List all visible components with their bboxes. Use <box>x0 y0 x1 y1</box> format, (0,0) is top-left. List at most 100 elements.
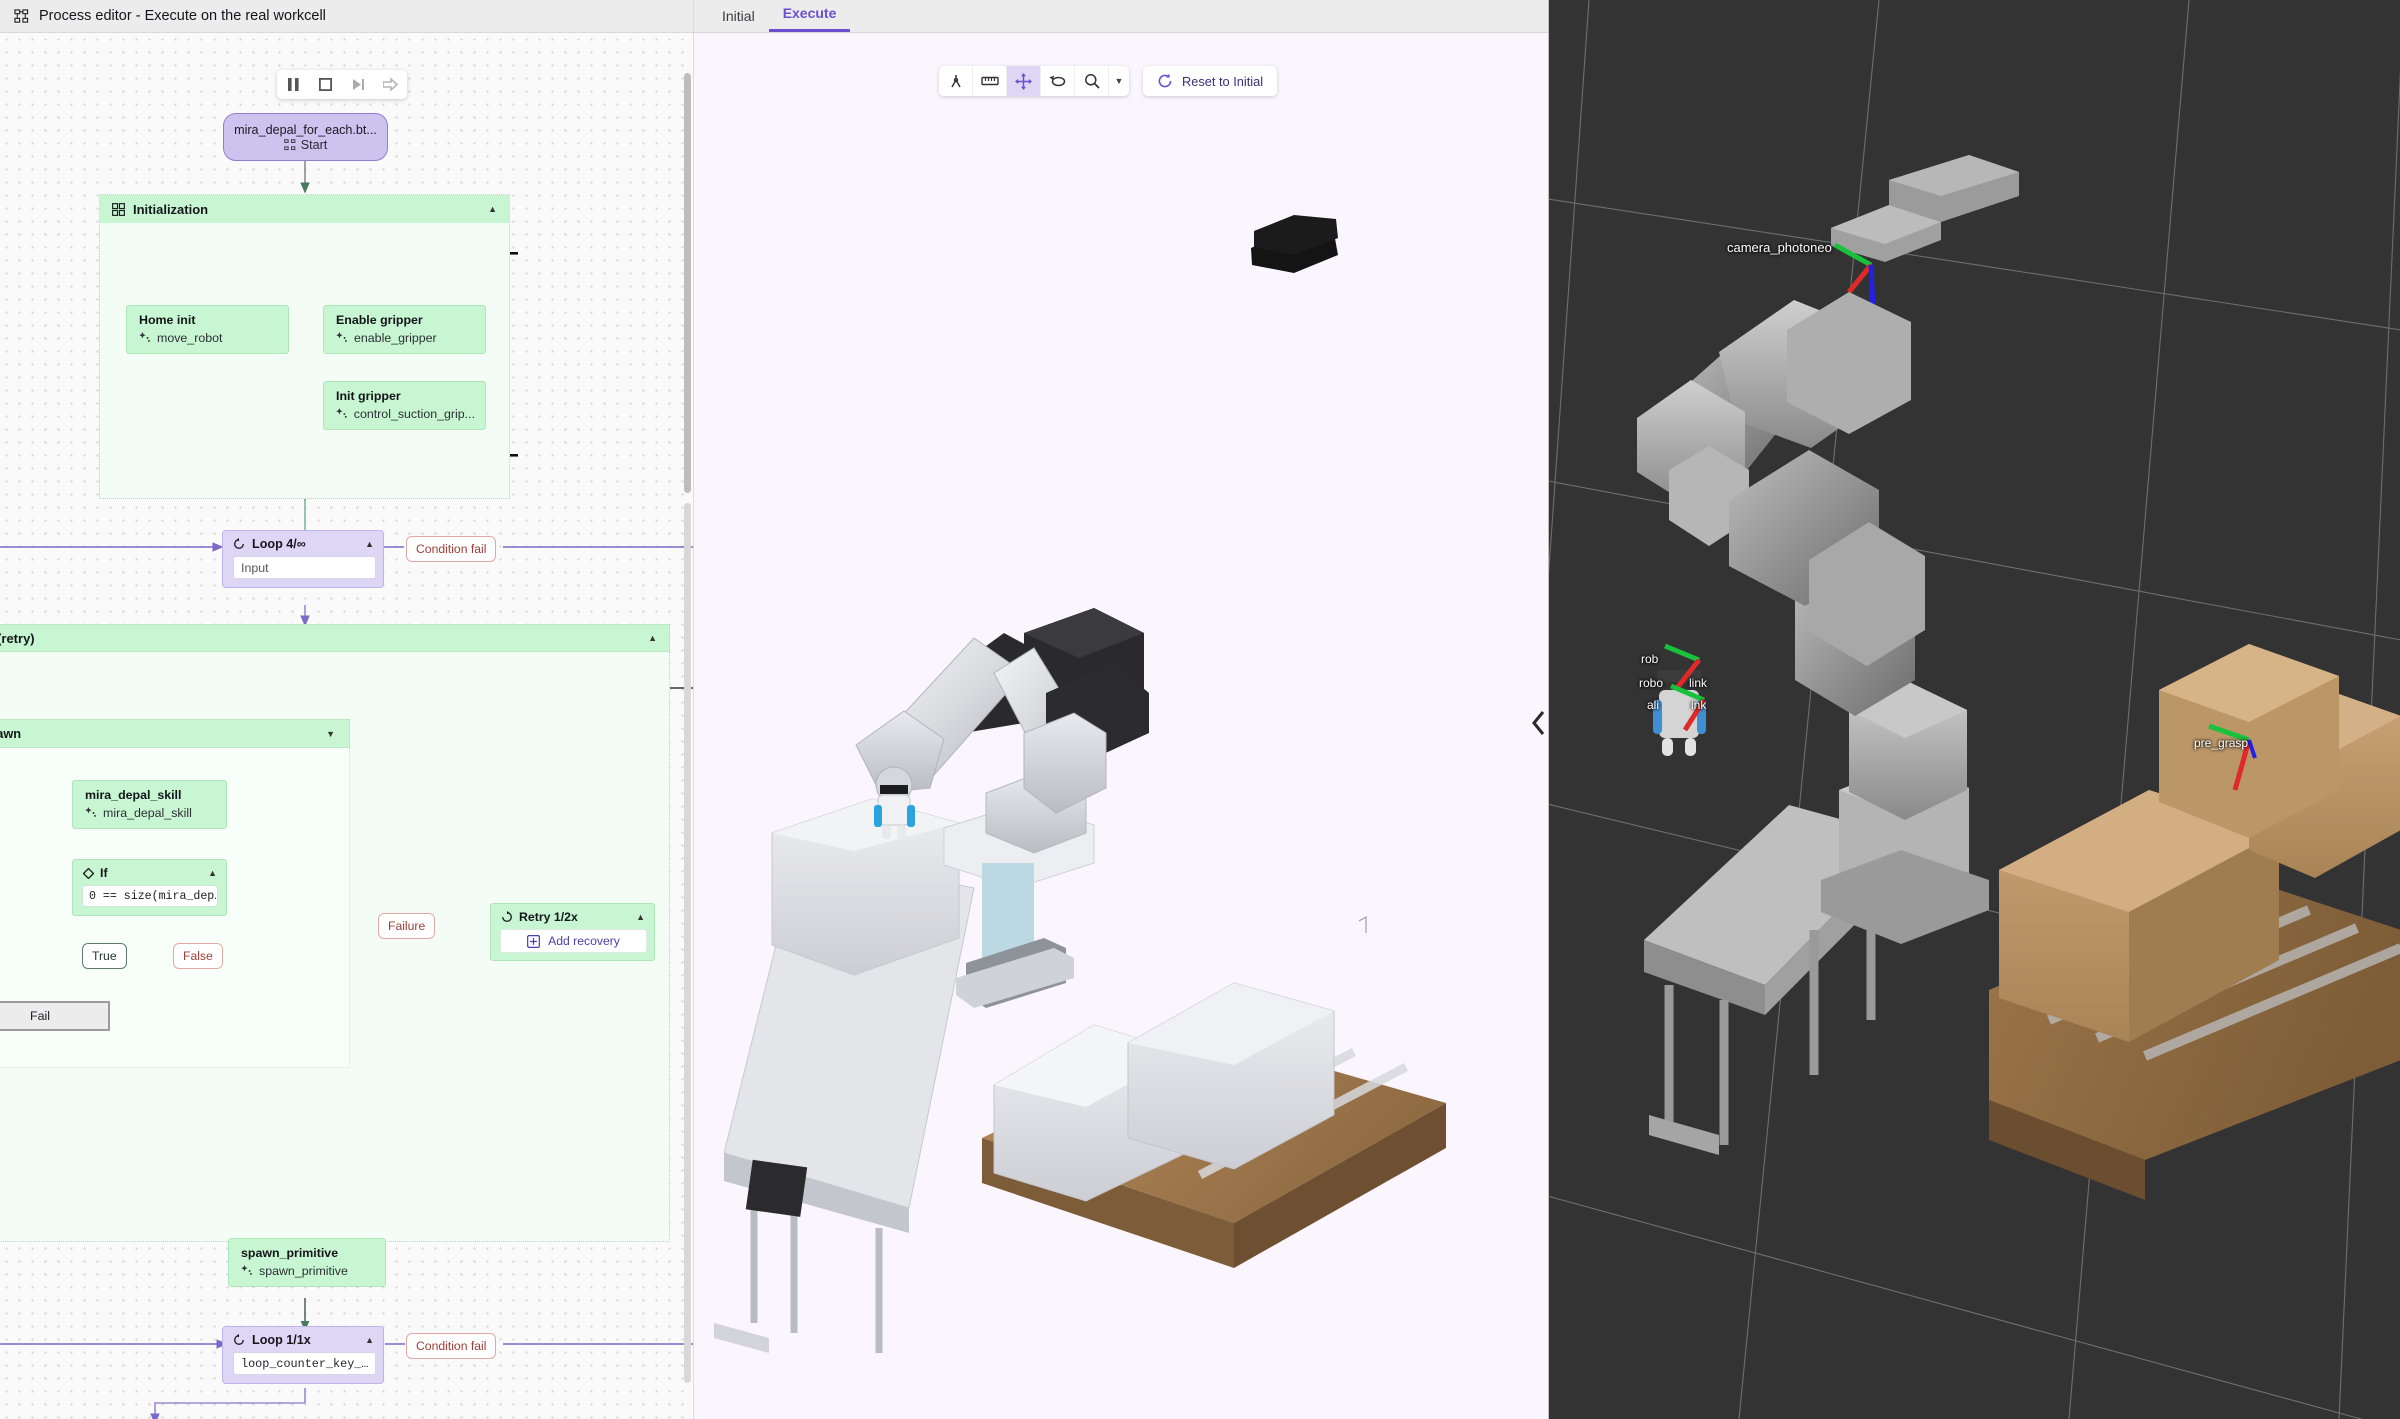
behavior-tree-icon <box>14 8 29 24</box>
chevron-down-icon[interactable]: ▼ <box>1109 66 1129 96</box>
chevron-up-icon[interactable]: ▲ <box>648 633 657 643</box>
tab-initial[interactable]: Initial <box>708 3 769 32</box>
chevron-up-icon[interactable]: ▲ <box>208 868 217 878</box>
node-retry[interactable]: Retry 1/2x ▲ Add recovery <box>490 903 655 961</box>
skill-sparkle-icon <box>241 1265 252 1275</box>
spawn-retry-group-label: spawn (retry) <box>0 630 35 646</box>
continue-button[interactable] <box>378 72 404 97</box>
chevron-up-icon[interactable]: ▲ <box>365 1335 374 1345</box>
robot-arm <box>855 608 1149 854</box>
step-button[interactable] <box>345 72 371 97</box>
zoom-magnifier-icon[interactable] <box>1075 66 1109 96</box>
node-subtitle: spawn_primitive <box>241 1264 375 1278</box>
reset-to-initial-button[interactable]: Reset to Initial <box>1143 66 1278 96</box>
editor-title: Process editor - Execute on the real wor… <box>39 8 326 24</box>
node-subtitle: enable_gripper <box>336 331 475 345</box>
editor-titlebar: Process editor - Execute on the real wor… <box>0 0 693 33</box>
chevron-up-icon[interactable]: ▲ <box>636 912 645 922</box>
refresh-icon <box>1158 73 1172 88</box>
loop-4-input[interactable]: Input <box>233 556 376 579</box>
chevron-left-icon <box>1531 711 1544 735</box>
node-loop-4[interactable]: Loop 4/∞ ▲ Input <box>222 530 384 588</box>
start-node-subtitle-text: Start <box>300 137 328 152</box>
node-title: Init gripper <box>336 389 401 403</box>
node-subtitle-text: move_robot <box>157 331 223 345</box>
viewer-tool-group: ▼ <box>939 66 1129 96</box>
and-spawn-group-header[interactable]: and spawn ▼ <box>0 719 350 748</box>
condition-fail-chip-loop1[interactable]: Condition fail <box>406 1333 497 1359</box>
node-subtitle: mira_depal_skill <box>85 806 216 820</box>
add-recovery-button[interactable]: Add recovery <box>500 929 647 953</box>
sequence-icon <box>112 202 125 216</box>
node-title: Enable gripper <box>336 313 423 327</box>
stop-button[interactable] <box>313 72 339 97</box>
collapse-panel-button[interactable] <box>1528 693 1548 753</box>
loop-icon <box>234 538 244 549</box>
false-chip[interactable]: False <box>173 943 223 969</box>
loop-icon <box>234 1334 244 1345</box>
measure-ruler-icon[interactable] <box>973 66 1007 96</box>
tab-execute[interactable]: Execute <box>768 0 851 32</box>
canvas-scrollbar-track[interactable] <box>684 503 691 1383</box>
node-loop-1[interactable]: Loop 1/1x ▲ loop_counter_key_… <box>222 1326 384 1384</box>
viewer-tabs: Initial Execute <box>694 0 1548 33</box>
retry-node-label: Retry 1/2x <box>519 910 578 924</box>
if-node-label: If <box>100 866 108 880</box>
node-subtitle: move_robot <box>139 331 278 345</box>
chevron-down-icon[interactable]: ▼ <box>326 729 335 739</box>
node-title: Home init <box>139 313 196 327</box>
node-subtitle-text: mira_depal_skill <box>103 806 192 820</box>
editor-canvas[interactable]: mira_depal_for_each.bt... Start Initiali… <box>0 33 693 1419</box>
and-spawn-group-label: and spawn <box>0 726 22 741</box>
node-fail[interactable]: Fail <box>0 1001 110 1031</box>
canvas-scrollbar-thumb[interactable] <box>684 73 691 493</box>
viewer-3d-canvas[interactable]: ▼ Reset to Initial <box>694 33 1548 1419</box>
node-subtitle-text: control_suction_grip... <box>353 407 475 421</box>
axis-marker <box>1358 915 1367 933</box>
node-subtitle-text: spawn_primitive <box>259 1264 348 1278</box>
node-subtitle: control_suction_grip... <box>336 407 475 421</box>
chevron-up-icon[interactable]: ▲ <box>365 539 374 549</box>
initialization-group-header[interactable]: Initialization ▲ <box>100 195 509 223</box>
simulation-pane[interactable]: camera_photoneo rob robo link ali ink pr… <box>1548 0 2400 1419</box>
viewer-scene <box>714 215 1446 1353</box>
spawn-retry-group-header[interactable]: spawn (retry) ▲ <box>0 624 670 652</box>
viewer-pane: Initial Execute ▼ Reset to Initial <box>693 0 1548 1419</box>
loop-1-input[interactable]: loop_counter_key_… <box>233 1352 376 1375</box>
skill-sparkle-icon <box>85 807 96 817</box>
failure-chip[interactable]: Failure <box>378 913 436 939</box>
true-chip[interactable]: True <box>82 943 127 969</box>
node-if[interactable]: If ▲ 0 == size(mira_dep… <box>72 859 227 916</box>
start-node-title: mira_depal_for_each.bt... <box>234 122 377 137</box>
viewer-toolbar: ▼ Reset to Initial <box>939 66 1278 96</box>
node-init-gripper[interactable]: Init gripper control_suction_grip... <box>323 381 486 430</box>
node-enable-gripper[interactable]: Enable gripper enable_gripper <box>323 305 486 354</box>
start-node[interactable]: mira_depal_for_each.bt... Start <box>223 113 388 161</box>
skill-sparkle-icon <box>336 332 347 342</box>
add-recovery-label: Add recovery <box>548 934 620 948</box>
condition-fail-chip-loop4[interactable]: Condition fail <box>406 536 497 562</box>
orbit-rotate-icon[interactable] <box>1041 66 1075 96</box>
add-box-icon <box>527 934 541 948</box>
node-mira-depal-skill[interactable]: mira_depal_skill mira_depal_skill <box>72 780 227 829</box>
start-node-subtitle: Start <box>283 137 328 152</box>
loop-1-label: Loop 1/1x <box>252 1333 311 1347</box>
node-home-init[interactable]: Home init move_robot <box>126 305 289 354</box>
node-title: mira_depal_skill <box>85 788 182 802</box>
node-spawn-primitive[interactable]: spawn_primitive spawn_primitive <box>228 1238 386 1287</box>
reset-to-initial-label: Reset to Initial <box>1182 73 1264 89</box>
move-translate-icon[interactable] <box>1007 66 1041 96</box>
simulation-scene <box>1549 0 2400 1419</box>
measure-joints-icon[interactable] <box>939 66 973 96</box>
chevron-up-icon[interactable]: ▲ <box>488 204 497 214</box>
skill-sparkle-icon <box>139 332 150 342</box>
pause-button[interactable] <box>280 72 306 97</box>
playback-toolbar[interactable] <box>277 70 407 99</box>
diamond-icon <box>83 867 94 879</box>
node-subtitle-text: enable_gripper <box>354 331 437 345</box>
loop-4-label: Loop 4/∞ <box>252 537 306 551</box>
skill-sparkle-icon <box>336 408 347 418</box>
if-node-expression[interactable]: 0 == size(mira_dep… <box>82 885 218 907</box>
process-editor-pane: Process editor - Execute on the real wor… <box>0 0 693 1419</box>
node-title: spawn_primitive <box>241 1246 339 1260</box>
